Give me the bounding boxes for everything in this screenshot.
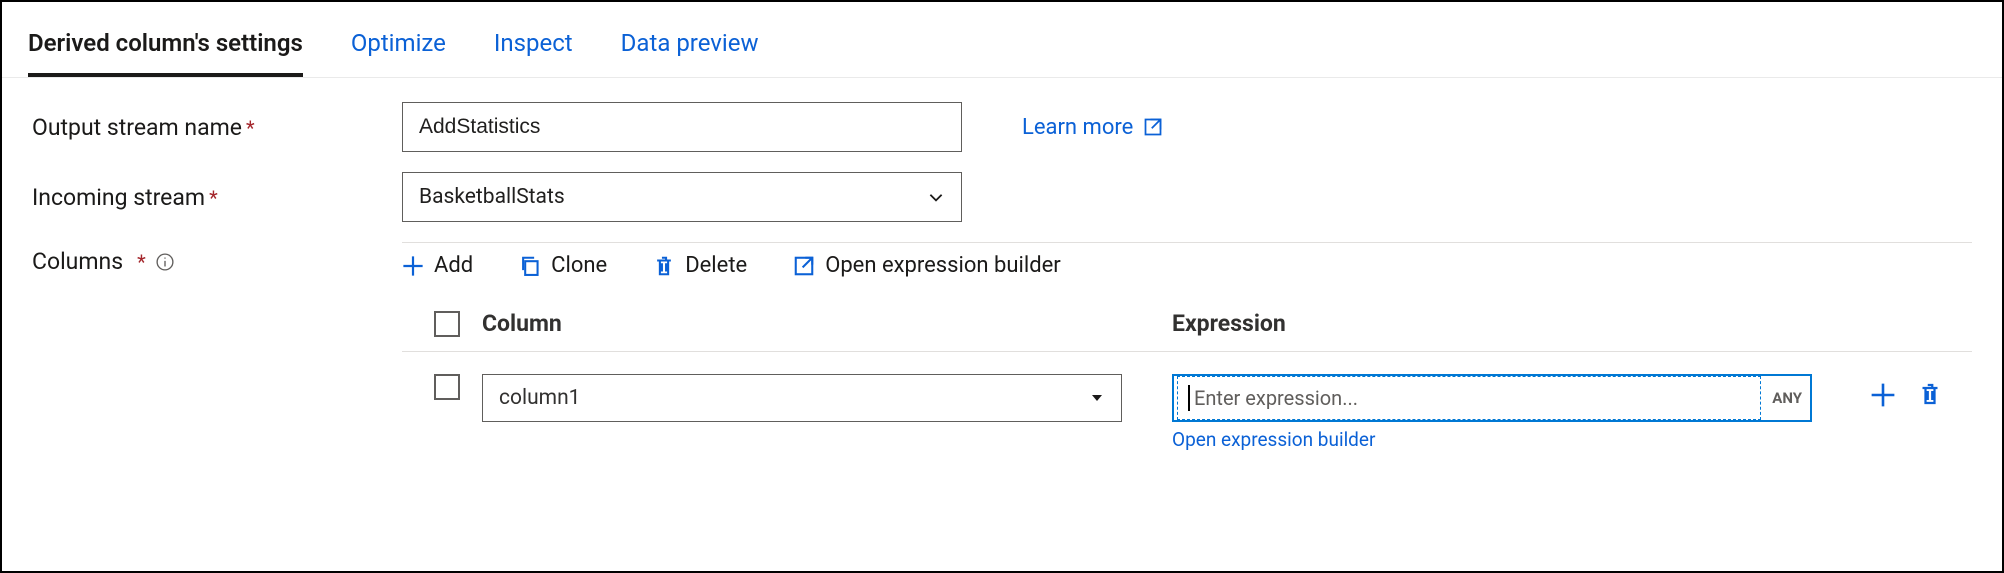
tab-inspect[interactable]: Inspect [494, 29, 573, 77]
open-expression-builder-link[interactable]: Open expression builder [1172, 428, 1375, 451]
columns-label: Columns [32, 248, 123, 275]
clone-label: Clone [551, 253, 607, 278]
external-link-icon [793, 255, 815, 277]
incoming-stream-value: BasketballStats [419, 185, 565, 209]
column-header-expression: Expression [1162, 310, 1832, 337]
settings-tabs: Derived column's settings Optimize Inspe… [2, 2, 2002, 78]
tab-data-preview[interactable]: Data preview [621, 29, 759, 77]
required-indicator: * [209, 186, 218, 210]
external-link-icon [1143, 117, 1163, 137]
row-checkbox[interactable] [434, 374, 460, 400]
tab-derived-column-settings[interactable]: Derived column's settings [28, 29, 303, 77]
learn-more-text: Learn more [1022, 115, 1133, 140]
table-row: column1 Enter expression... [402, 352, 1972, 461]
expression-input[interactable]: Enter expression... ANY [1172, 374, 1812, 422]
clone-button[interactable]: Clone [519, 253, 607, 278]
plus-icon [402, 255, 424, 277]
output-stream-name-label: Output stream name* [32, 114, 402, 141]
delete-label: Delete [685, 253, 747, 278]
column-name-select[interactable]: column1 [482, 374, 1122, 422]
delete-row-button[interactable] [1918, 382, 1942, 408]
output-stream-name-input[interactable] [402, 102, 962, 152]
copy-icon [519, 255, 541, 277]
open-expression-builder-label: Open expression builder [825, 253, 1061, 278]
column-header-column: Column [482, 310, 1162, 337]
learn-more-link[interactable]: Learn more [1022, 115, 1163, 140]
chevron-down-icon [927, 188, 945, 206]
required-indicator: * [246, 116, 255, 140]
select-all-checkbox[interactable] [434, 311, 460, 337]
tab-optimize[interactable]: Optimize [351, 29, 446, 77]
add-button[interactable]: Add [402, 253, 473, 278]
delete-button[interactable]: Delete [653, 253, 747, 278]
column-name-value: column1 [499, 386, 580, 410]
type-tag-any: ANY [1764, 389, 1810, 407]
columns-table-header: Column Expression [402, 296, 1972, 352]
add-label: Add [434, 253, 473, 278]
required-indicator: * [137, 250, 146, 274]
columns-command-bar: Add Clone [402, 243, 1972, 296]
caret-down-icon [1089, 390, 1105, 406]
text-caret [1188, 385, 1190, 411]
incoming-stream-select[interactable]: BasketballStats [402, 172, 962, 222]
trash-icon [653, 255, 675, 277]
expression-placeholder: Enter expression... [1194, 386, 1358, 410]
incoming-stream-label: Incoming stream* [32, 184, 402, 211]
add-row-button[interactable] [1870, 382, 1896, 408]
info-icon[interactable] [156, 253, 174, 271]
open-expression-builder-button[interactable]: Open expression builder [793, 253, 1061, 278]
